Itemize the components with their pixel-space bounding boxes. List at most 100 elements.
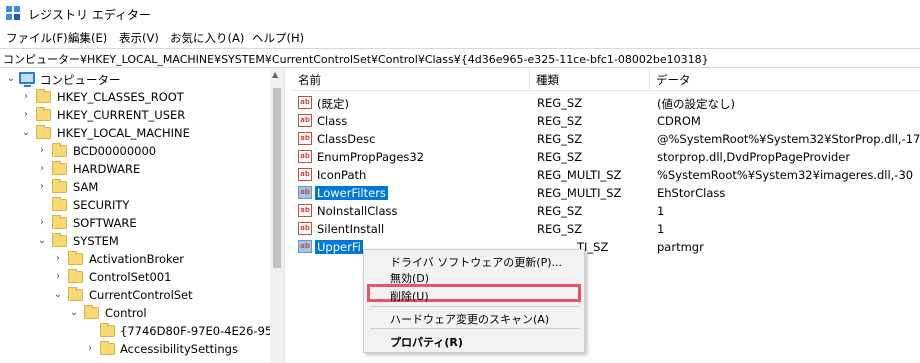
scroll-up-icon[interactable]: ▲ xyxy=(272,70,278,79)
value-type: REG_MULTI_SZ xyxy=(537,186,622,200)
menu-favorites[interactable]: お気に入り(A) xyxy=(170,30,244,46)
value-name: (既定) xyxy=(317,97,349,111)
string-value-icon: ab xyxy=(298,132,312,145)
tree-item-bcd[interactable]: › BCD00000000 xyxy=(0,142,272,160)
chevron-down-icon[interactable]: ⌄ xyxy=(37,235,47,247)
column-header-data[interactable]: データ xyxy=(650,68,920,90)
string-value-icon: ab xyxy=(298,96,312,109)
tree-item-label: Control xyxy=(105,306,147,320)
computer-icon xyxy=(19,72,35,87)
tree-item-control[interactable]: ⌄ Control xyxy=(0,304,272,322)
tree-item-label: AccessibilitySettings xyxy=(120,342,238,356)
menu-bar: ファイル(F) 編集(E) 表示(V) お気に入り(A) ヘルプ(H) xyxy=(0,28,920,48)
tree-item-currentcontrolset[interactable]: ⌄ CurrentControlSet xyxy=(0,286,272,304)
chevron-down-icon[interactable]: ⌄ xyxy=(69,307,79,319)
value-data: 1 xyxy=(657,204,665,218)
folder-icon xyxy=(52,161,67,175)
tree-item-activationbroker[interactable]: › ActivationBroker xyxy=(0,250,272,268)
tree-item-sam[interactable]: › SAM xyxy=(0,178,272,196)
string-value-icon: ab xyxy=(298,186,312,199)
chevron-right-icon[interactable]: › xyxy=(53,271,63,283)
address-bar[interactable]: コンピューター¥HKEY_LOCAL_MACHINE¥SYSTEM¥Curren… xyxy=(0,48,920,68)
chevron-right-icon[interactable]: › xyxy=(37,163,47,175)
tree-item-security[interactable]: SECURITY xyxy=(0,196,272,214)
string-value-icon: ab xyxy=(298,204,312,217)
column-header-type[interactable]: 種類 xyxy=(530,68,650,90)
tree-item-label: SAM xyxy=(73,180,99,194)
chevron-right-icon[interactable]: › xyxy=(37,217,47,229)
menu-separator xyxy=(370,306,580,307)
folder-icon xyxy=(100,323,115,337)
tree-item-label: {7746D80F-97E0-4E26-9543-2 xyxy=(120,324,284,338)
value-row[interactable]: ab (既定) REG_SZ (値の設定なし) xyxy=(292,94,920,112)
scrollbar-thumb[interactable] xyxy=(273,88,281,268)
value-name: IconPath xyxy=(317,168,367,182)
menu-edit[interactable]: 編集(E) xyxy=(68,30,107,46)
tree-item-computer[interactable]: ⌄ コンピューター xyxy=(0,70,272,88)
value-data: storprop.dll,DvdPropPageProvider xyxy=(657,150,851,164)
menu-help[interactable]: ヘルプ(H) xyxy=(252,30,304,46)
folder-icon xyxy=(52,197,67,211)
value-name: NoInstallClass xyxy=(317,204,398,218)
chevron-down-icon[interactable]: ⌄ xyxy=(21,127,31,139)
chevron-right-icon[interactable]: › xyxy=(21,91,31,103)
tree-item-label: SECURITY xyxy=(73,198,130,212)
value-row[interactable]: ab SilentInstall REG_SZ 1 xyxy=(292,220,920,238)
value-row-selected[interactable]: ab LowerFilters REG_MULTI_SZ EhStorClass xyxy=(292,184,920,202)
tree-item-label: HARDWARE xyxy=(73,162,141,176)
value-data: CDROM xyxy=(657,114,701,128)
value-name: LowerFilters xyxy=(315,186,388,200)
tree-item-hkey-current-user[interactable]: › HKEY_CURRENT_USER xyxy=(0,106,272,124)
tree-item-guid-key[interactable]: {7746D80F-97E0-4E26-9543-2 xyxy=(0,322,284,340)
tree-item-system[interactable]: ⌄ SYSTEM xyxy=(0,232,272,250)
value-row[interactable]: ab Class REG_SZ CDROM xyxy=(292,112,920,130)
menu-view[interactable]: 表示(V) xyxy=(119,30,159,46)
menu-item-scan-hardware[interactable]: ハードウェア変更のスキャン(A) xyxy=(390,311,549,327)
tree-item-software[interactable]: › SOFTWARE xyxy=(0,214,272,232)
menu-file[interactable]: ファイル(F) xyxy=(6,30,68,46)
value-type: REG_MULTI_SZ xyxy=(537,168,622,182)
key-tree[interactable]: ⌄ コンピューター › HKEY_CLASSES_ROOT › HKEY_CUR… xyxy=(0,68,284,363)
chevron-down-icon[interactable]: ⌄ xyxy=(53,289,63,301)
registry-editor-icon xyxy=(6,6,20,20)
string-value-icon: ab xyxy=(298,222,312,235)
value-name: Class xyxy=(317,114,348,128)
tree-item-accessibilitysettings[interactable]: › AccessibilitySettings xyxy=(0,340,272,358)
menu-item-properties[interactable]: プロパティ(R) xyxy=(390,334,463,350)
title-bar: レジストリ エディター xyxy=(0,0,920,28)
folder-icon xyxy=(52,179,67,193)
folder-icon xyxy=(84,305,99,319)
value-row[interactable]: ab EnumPropPages32 REG_SZ storprop.dll,D… xyxy=(292,148,920,166)
menu-item-update-driver[interactable]: ドライバ ソフトウェアの更新(P)... xyxy=(390,254,562,270)
chevron-right-icon[interactable]: › xyxy=(37,181,47,193)
tree-item-label: ControlSet001 xyxy=(89,270,172,284)
chevron-right-icon[interactable]: › xyxy=(53,253,63,265)
column-header-label: 種類 xyxy=(536,73,559,87)
value-type: REG_SZ xyxy=(537,114,583,128)
column-header-label: データ xyxy=(656,73,691,87)
pane-splitter[interactable] xyxy=(284,68,290,363)
tree-item-hardware[interactable]: › HARDWARE xyxy=(0,160,272,178)
value-row[interactable]: ab ClassDesc REG_SZ @%SystemRoot%¥System… xyxy=(292,130,920,148)
folder-icon xyxy=(68,287,83,301)
address-path[interactable]: コンピューター¥HKEY_LOCAL_MACHINE¥SYSTEM¥Curren… xyxy=(3,51,709,67)
tree-scrollbar[interactable]: ▲ xyxy=(270,68,284,363)
chevron-down-icon[interactable]: ⌄ xyxy=(6,73,16,85)
column-header-name[interactable]: 名前 xyxy=(292,68,530,90)
chevron-right-icon[interactable]: › xyxy=(37,145,47,157)
value-row[interactable]: ab NoInstallClass REG_SZ 1 xyxy=(292,202,920,220)
value-type: REG_SZ xyxy=(537,150,583,164)
tree-item-controlset001[interactable]: › ControlSet001 xyxy=(0,268,272,286)
tree-item-hkey-local-machine[interactable]: ⌄ HKEY_LOCAL_MACHINE xyxy=(0,124,272,142)
value-name: ClassDesc xyxy=(317,132,376,146)
tree-item-label: HKEY_CURRENT_USER xyxy=(57,108,186,122)
chevron-right-icon[interactable]: › xyxy=(21,109,31,121)
folder-icon xyxy=(52,233,67,247)
tree-item-label: ActivationBroker xyxy=(89,252,185,266)
tree-item-hkey-classes-root[interactable]: › HKEY_CLASSES_ROOT xyxy=(0,88,272,106)
menu-item-delete[interactable]: 削除(U) xyxy=(390,288,429,304)
chevron-right-icon[interactable]: › xyxy=(85,343,95,355)
value-row[interactable]: ab IconPath REG_MULTI_SZ %SystemRoot%¥Sy… xyxy=(292,166,920,184)
value-name: UpperFi xyxy=(315,240,363,254)
column-header-label: 名前 xyxy=(298,73,321,87)
